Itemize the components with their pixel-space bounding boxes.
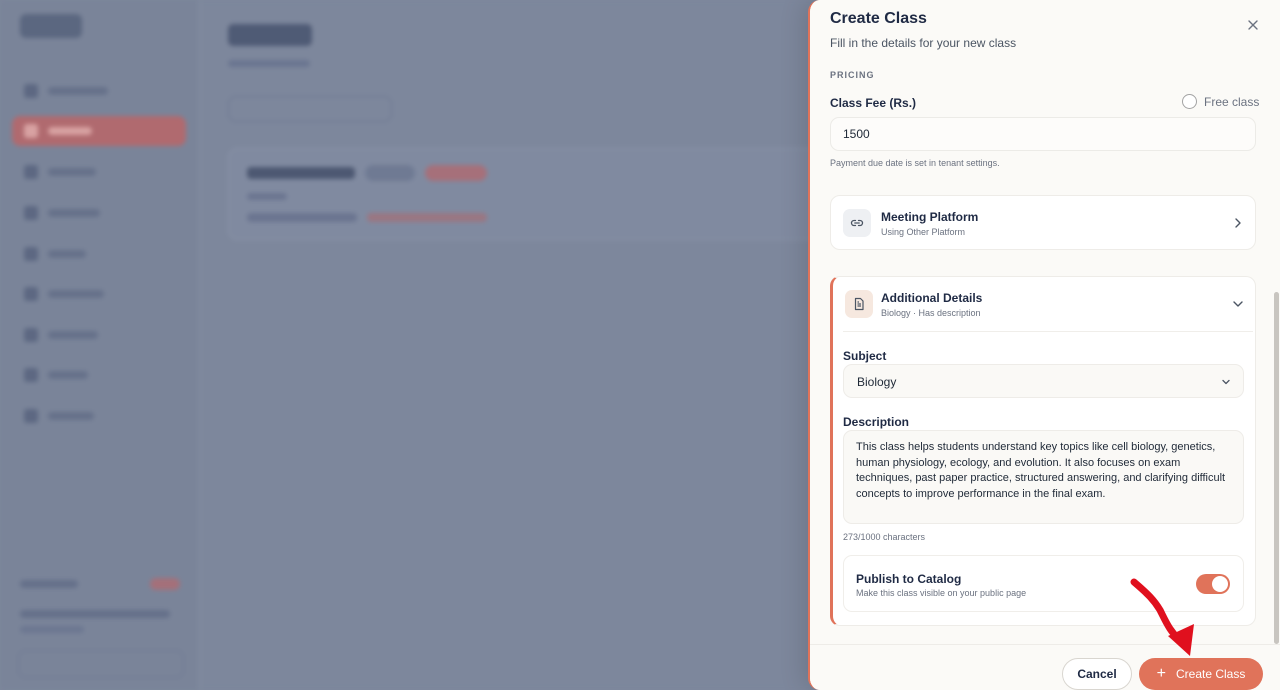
divider <box>843 331 1253 332</box>
additional-details-card: Additional Details Biology · Has descrip… <box>830 276 1256 626</box>
background-nav-item <box>12 401 186 431</box>
subject-select[interactable]: Biology <box>843 364 1244 398</box>
background-nav-item <box>12 279 186 309</box>
background-class-card <box>228 148 818 240</box>
publish-to-catalog-row: Publish to Catalog Make this class visib… <box>843 555 1244 612</box>
create-class-label: Create Class <box>1175 667 1246 681</box>
drawer-body[interactable]: PRICING Class Fee (Rs.) Free class Payme… <box>810 66 1280 644</box>
chevron-right-icon <box>1235 218 1241 228</box>
background-search <box>228 96 392 122</box>
pricing-section-label: PRICING <box>830 70 875 80</box>
details-icon-box <box>845 290 873 318</box>
cancel-button[interactable]: Cancel <box>1062 658 1132 690</box>
background-nav-item <box>12 198 186 228</box>
chevron-down-icon[interactable] <box>1231 297 1245 311</box>
background-sidebar <box>0 0 200 690</box>
subject-value: Biology <box>857 375 897 389</box>
class-fee-input[interactable] <box>830 117 1256 151</box>
background-nav-item <box>12 239 186 269</box>
publish-title: Publish to Catalog <box>856 572 962 586</box>
toggle-knob <box>1212 576 1228 592</box>
meeting-platform-title: Meeting Platform <box>881 210 979 224</box>
platform-icon-box <box>843 209 871 237</box>
background-nav-item <box>12 360 186 390</box>
publish-subtitle: Make this class visible on your public p… <box>856 588 1027 598</box>
background-title <box>228 24 312 46</box>
background-nav-item-active <box>12 116 186 146</box>
description-textarea[interactable]: This class helps students understand key… <box>843 430 1244 524</box>
background-nav-item <box>12 76 186 106</box>
close-button[interactable] <box>1244 16 1262 34</box>
create-class-drawer: Create Class Fill in the details for you… <box>808 0 1280 690</box>
create-class-button[interactable]: + Create Class <box>1139 658 1263 690</box>
free-class-radio[interactable]: Free class <box>1182 94 1259 109</box>
drawer-title: Create Class <box>830 10 927 27</box>
additional-details-subtitle: Biology · Has description <box>881 308 981 318</box>
close-icon <box>1248 20 1258 30</box>
document-icon <box>854 297 864 311</box>
character-count: 273/1000 characters <box>843 532 926 542</box>
fee-hint: Payment due date is set in tenant settin… <box>830 158 1000 168</box>
class-fee-label: Class Fee (Rs.) <box>830 96 917 110</box>
plus-icon: + <box>1156 665 1166 682</box>
drawer-subtitle: Fill in the details for your new class <box>830 36 1017 50</box>
meeting-platform-subtitle: Using Other Platform <box>881 227 966 237</box>
drawer-header: Create Class Fill in the details for you… <box>810 0 1280 66</box>
chevron-down-icon <box>1222 379 1230 385</box>
drawer-footer: Cancel + Create Class <box>810 644 1280 690</box>
link-icon <box>850 219 864 227</box>
additional-details-title: Additional Details <box>881 291 983 305</box>
meeting-platform-card[interactable]: Meeting Platform Using Other Platform <box>830 195 1256 250</box>
subject-label: Subject <box>843 349 887 363</box>
background-nav-item <box>12 320 186 350</box>
drawer-scrollbar[interactable] <box>1274 292 1279 644</box>
publish-toggle[interactable] <box>1196 574 1230 594</box>
background-nav-item <box>12 157 186 187</box>
radio-circle[interactable] <box>1182 94 1197 109</box>
description-label: Description <box>843 415 910 429</box>
background-logo <box>20 14 82 38</box>
free-class-label: Free class <box>1204 94 1260 109</box>
